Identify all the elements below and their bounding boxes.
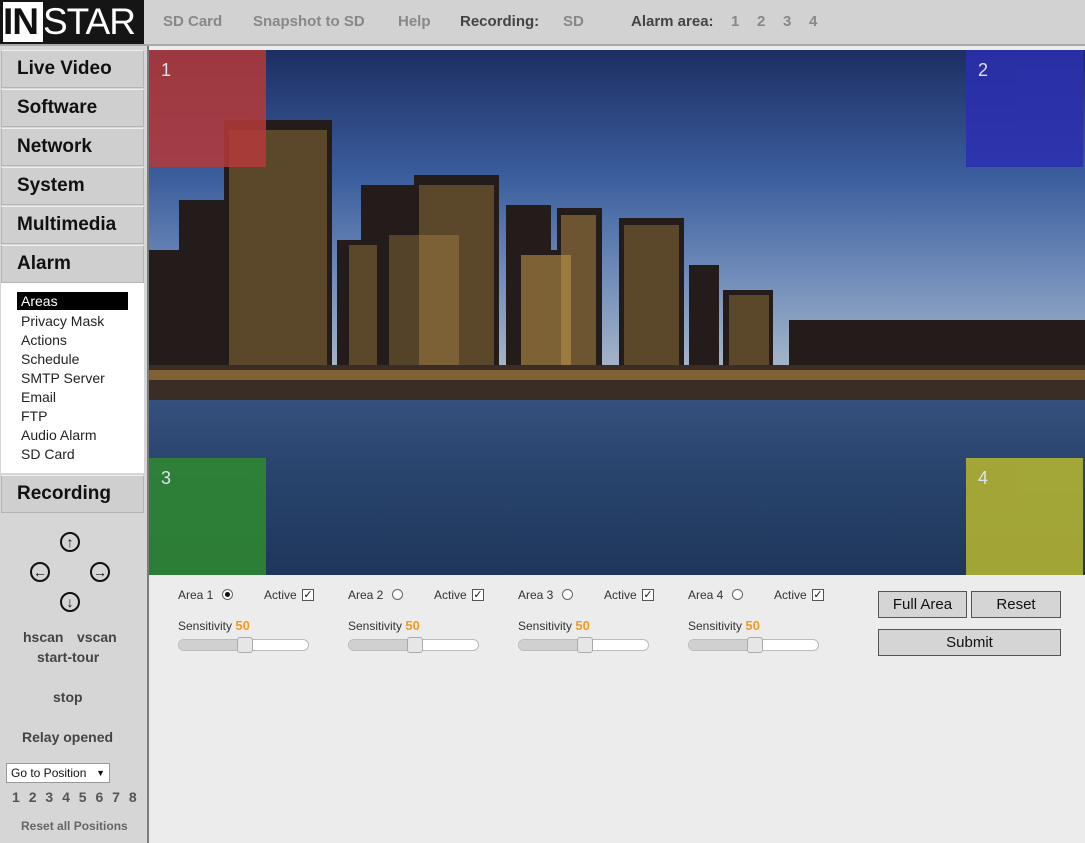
sidebar: Live Video Software Network System Multi… bbox=[0, 46, 149, 843]
recording-sd-link[interactable]: SD bbox=[563, 0, 584, 44]
nav-live-video[interactable]: Live Video bbox=[1, 50, 144, 88]
arrow-up-icon[interactable]: ↑ bbox=[60, 532, 80, 552]
area-2-radio[interactable] bbox=[392, 589, 403, 600]
area-3-sensitivity-slider[interactable] bbox=[518, 637, 649, 653]
full-area-button[interactable]: Full Area bbox=[878, 591, 967, 618]
position-1-button[interactable]: 1 bbox=[12, 789, 20, 805]
alarm-submenu: Areas Privacy Mask Actions Schedule SMTP… bbox=[1, 283, 144, 473]
position-2-button[interactable]: 2 bbox=[29, 789, 37, 805]
area-1-active-checkbox[interactable]: ✓ bbox=[302, 589, 314, 601]
position-4-button[interactable]: 4 bbox=[62, 789, 70, 805]
nav-system[interactable]: System bbox=[1, 167, 144, 205]
alarm-area-2-link[interactable]: 2 bbox=[757, 0, 765, 44]
area-1-active-label: Active bbox=[264, 588, 297, 602]
area-2-active-label: Active bbox=[434, 588, 467, 602]
submenu-audio-alarm[interactable]: Audio Alarm bbox=[17, 426, 128, 444]
area-1-sensitivity-label: Sensitivity 50 bbox=[178, 618, 250, 633]
area-4-label: Area 4 bbox=[688, 588, 724, 602]
nav-software[interactable]: Software bbox=[1, 89, 144, 127]
submenu-smtp-server[interactable]: SMTP Server bbox=[17, 369, 128, 387]
recording-label: Recording: bbox=[460, 13, 540, 30]
go-to-position-value: Go to Position bbox=[11, 766, 87, 780]
alarm-area-2-number: 2 bbox=[978, 60, 989, 80]
logo-in: IN bbox=[3, 2, 43, 42]
area-1-sensitivity-value: 50 bbox=[235, 618, 250, 633]
submenu-privacy-mask[interactable]: Privacy Mask bbox=[17, 312, 128, 330]
help-link[interactable]: Help bbox=[398, 0, 431, 44]
alarm-area-4-link[interactable]: 4 bbox=[809, 0, 817, 44]
area-1-radio[interactable] bbox=[222, 589, 233, 600]
alarm-area-3-overlay[interactable]: 3 bbox=[149, 458, 266, 575]
chevron-down-icon: ▼ bbox=[96, 768, 105, 778]
area-3-active-checkbox[interactable]: ✓ bbox=[642, 589, 654, 601]
arrow-left-icon[interactable]: ← bbox=[30, 562, 50, 582]
area-4-sensitivity-value: 50 bbox=[745, 618, 760, 633]
instar-logo[interactable]: IN STAR bbox=[0, 0, 144, 44]
area-3-label: Area 3 bbox=[518, 588, 554, 602]
stop-button[interactable]: stop bbox=[53, 689, 83, 705]
submenu-schedule[interactable]: Schedule bbox=[17, 350, 128, 368]
area-3-radio[interactable] bbox=[562, 589, 573, 600]
position-3-button[interactable]: 3 bbox=[45, 789, 53, 805]
area-1-label: Area 1 bbox=[178, 588, 214, 602]
alarm-area-1-number: 1 bbox=[161, 60, 172, 80]
go-to-position-select[interactable]: Go to Position ▼ bbox=[6, 763, 110, 783]
relay-button[interactable]: Relay opened bbox=[22, 729, 113, 745]
position-7-button[interactable]: 7 bbox=[112, 789, 120, 805]
alarm-area-3-link[interactable]: 3 bbox=[783, 0, 791, 44]
position-6-button[interactable]: 6 bbox=[95, 789, 103, 805]
alarm-area-1-overlay[interactable]: 1 bbox=[149, 50, 266, 167]
area-3-sensitivity-label: Sensitivity 50 bbox=[518, 618, 590, 633]
start-tour-button[interactable]: start-tour bbox=[37, 649, 99, 665]
area-3-active-label: Active bbox=[604, 588, 637, 602]
area-4-active-checkbox[interactable]: ✓ bbox=[812, 589, 824, 601]
area-4-sensitivity-label: Sensitivity 50 bbox=[688, 618, 760, 633]
area-2-sensitivity-value: 50 bbox=[405, 618, 420, 633]
vscan-button[interactable]: vscan bbox=[77, 629, 117, 645]
city-skyline-image bbox=[149, 120, 1085, 405]
alarm-area-2-overlay[interactable]: 2 bbox=[966, 50, 1083, 167]
nav-network[interactable]: Network bbox=[1, 128, 144, 166]
alarm-area-1-link[interactable]: 1 bbox=[731, 0, 739, 44]
arrow-down-icon[interactable]: ↓ bbox=[60, 592, 80, 612]
reset-button[interactable]: Reset bbox=[971, 591, 1061, 618]
area-2-sensitivity-label: Sensitivity 50 bbox=[348, 618, 420, 633]
area-4-sensitivity-slider[interactable] bbox=[688, 637, 819, 653]
arrow-right-icon[interactable]: → bbox=[90, 562, 110, 582]
snapshot-to-sd-link[interactable]: Snapshot to SD bbox=[253, 0, 365, 44]
alarm-area-4-number: 4 bbox=[978, 468, 989, 488]
submenu-actions[interactable]: Actions bbox=[17, 331, 128, 349]
live-video-view[interactable]: 1 2 3 4 bbox=[149, 50, 1085, 575]
area-2-active-checkbox[interactable]: ✓ bbox=[472, 589, 484, 601]
position-5-button[interactable]: 5 bbox=[79, 789, 87, 805]
submenu-areas[interactable]: Areas bbox=[17, 292, 128, 310]
sd-card-link[interactable]: SD Card bbox=[163, 0, 222, 44]
area-2-sensitivity-slider[interactable] bbox=[348, 637, 479, 653]
position-buttons: 1 2 3 4 5 6 7 8 bbox=[12, 789, 142, 805]
nav-multimedia[interactable]: Multimedia bbox=[1, 206, 144, 244]
area-1-sensitivity-slider[interactable] bbox=[178, 637, 309, 653]
hscan-button[interactable]: hscan bbox=[23, 629, 63, 645]
reset-all-positions-button[interactable]: Reset all Positions bbox=[21, 819, 128, 833]
submenu-ftp[interactable]: FTP bbox=[17, 407, 128, 425]
logo-star: STAR bbox=[43, 1, 136, 42]
submenu-email[interactable]: Email bbox=[17, 388, 128, 406]
alarm-area-3-number: 3 bbox=[161, 468, 172, 488]
alarm-area-4-overlay[interactable]: 4 bbox=[966, 458, 1083, 575]
nav-alarm[interactable]: Alarm bbox=[1, 245, 144, 283]
area-4-active-label: Active bbox=[774, 588, 807, 602]
submit-button[interactable]: Submit bbox=[878, 629, 1061, 656]
area-4-radio[interactable] bbox=[732, 589, 743, 600]
area-2-label: Area 2 bbox=[348, 588, 384, 602]
nav-recording[interactable]: Recording bbox=[1, 475, 144, 513]
video-water bbox=[149, 400, 1085, 575]
area-3-sensitivity-value: 50 bbox=[575, 618, 590, 633]
submenu-sd-card[interactable]: SD Card bbox=[17, 445, 128, 463]
top-bar: IN STAR SD Card Snapshot to SD Help Reco… bbox=[0, 0, 1085, 46]
position-8-button[interactable]: 8 bbox=[129, 789, 137, 805]
alarm-area-label: Alarm area: bbox=[631, 13, 714, 30]
